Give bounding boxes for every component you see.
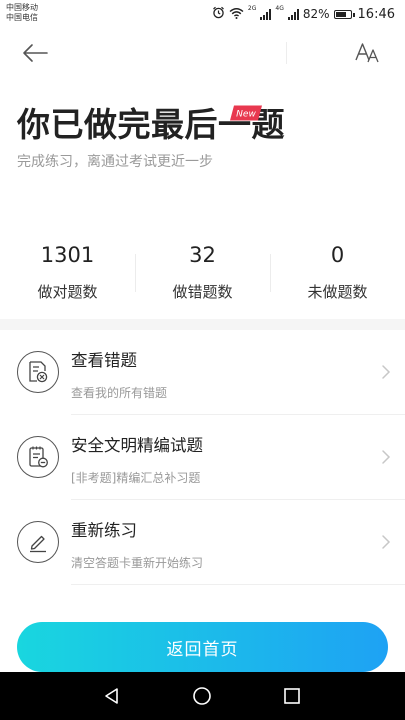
clock: 16:46 — [357, 6, 395, 22]
row-divider — [71, 584, 405, 585]
arrow-left-icon — [23, 44, 48, 62]
chevron-right-icon — [382, 450, 391, 464]
battery-icon — [333, 9, 355, 19]
menu-item-title: 查看错题 — [71, 351, 137, 370]
stats-row: 1301 做对题数 32 做错题数 0 未做题数 — [0, 240, 405, 310]
system-back-button[interactable] — [100, 684, 124, 708]
menu-item-title: 安全文明精编试题 — [71, 436, 203, 455]
system-nav-bar — [0, 672, 405, 720]
stat-correct: 1301 做对题数 — [0, 240, 135, 310]
carrier-info: 中国移动 中国电信 — [6, 3, 38, 23]
menu-item-restart[interactable]: 重新练习 清空答题卡重新开始练习 — [0, 500, 405, 585]
circle-home-icon — [193, 687, 211, 705]
return-home-button[interactable]: 返回首页 — [17, 622, 388, 672]
stat-label: 做对题数 — [37, 283, 98, 301]
exam-notes-icon — [29, 446, 48, 468]
new-badge-text: New — [236, 110, 256, 120]
system-recents-button[interactable] — [280, 684, 304, 708]
battery-fill — [335, 11, 347, 17]
icon-badge — [17, 436, 59, 478]
stat-wrong: 32 做错题数 — [135, 240, 270, 310]
nav-bar — [0, 28, 405, 78]
icon-badge — [17, 521, 59, 563]
action-menu: 查看错题 查看我的所有错题 安全文明精编试题 [非考题]精编汇总补习题 重新练习… — [0, 330, 405, 585]
wifi-icon — [229, 7, 244, 22]
network-type-2: 4G — [275, 5, 284, 12]
page-subtitle: 完成练习，离通过考试更近一步 — [17, 154, 213, 170]
menu-item-desc: 清空答题卡重新开始练习 — [71, 556, 204, 570]
stat-undone: 0 未做题数 — [270, 240, 405, 310]
stat-value: 32 — [189, 243, 216, 267]
status-bar: 中国移动 中国电信 2G 4G 82% 16:46 — [0, 0, 405, 28]
new-badge: New — [230, 105, 262, 121]
stat-value: 1301 — [40, 243, 95, 267]
pen-edit-icon — [30, 535, 46, 553]
chevron-right-icon — [382, 365, 391, 379]
menu-item-desc: [非考题]精编汇总补习题 — [71, 471, 201, 485]
status-icons: 2G 4G 82% 16:46 — [212, 6, 395, 22]
system-home-button[interactable] — [190, 684, 214, 708]
carrier-2: 中国电信 — [6, 13, 38, 22]
signal-icon — [260, 8, 272, 20]
icon-badge — [17, 351, 59, 393]
menu-item-desc: 查看我的所有错题 — [71, 386, 168, 400]
font-size-icon — [355, 43, 379, 63]
stat-label: 做错题数 — [172, 283, 233, 301]
carrier-1: 中国移动 — [6, 3, 38, 12]
menu-item-view-wrong[interactable]: 查看错题 查看我的所有错题 — [0, 330, 405, 415]
stat-value: 0 — [330, 243, 345, 267]
signal-icon — [287, 8, 299, 20]
wrong-questions-icon — [29, 361, 48, 383]
menu-item-title: 重新练习 — [71, 521, 137, 540]
square-recents-icon — [284, 688, 300, 704]
stat-label: 未做题数 — [307, 283, 368, 301]
font-size-button[interactable] — [351, 38, 385, 68]
network-type-1: 2G — [247, 5, 257, 12]
section-separator — [0, 319, 405, 330]
nav-divider — [286, 42, 287, 64]
chevron-right-icon — [382, 535, 391, 549]
battery-percent: 82% — [302, 7, 330, 21]
menu-item-safety-exam[interactable]: 安全文明精编试题 [非考题]精编汇总补习题 — [0, 415, 405, 500]
alarm-icon — [212, 6, 225, 22]
back-button[interactable] — [18, 38, 52, 68]
triangle-back-icon — [105, 688, 118, 704]
